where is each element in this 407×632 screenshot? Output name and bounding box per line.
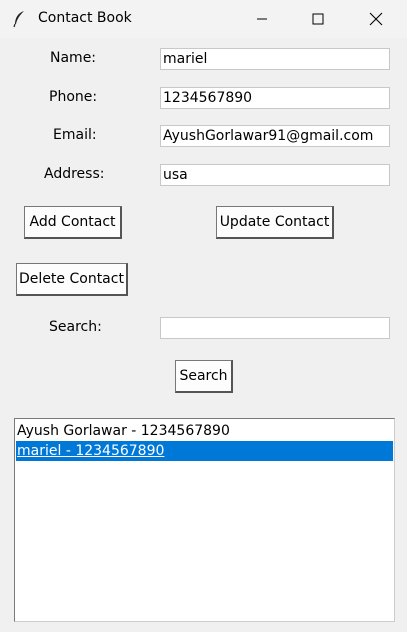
- feather-icon: [12, 10, 28, 28]
- minimize-icon: [257, 18, 267, 20]
- window-title: Contact Book: [38, 10, 132, 26]
- maximize-button[interactable]: [290, 0, 346, 38]
- search-input[interactable]: [160, 317, 390, 339]
- close-icon: [369, 12, 383, 26]
- add-contact-button[interactable]: Add Contact: [24, 206, 122, 239]
- search-label: Search:: [49, 319, 102, 335]
- search-button[interactable]: Search: [175, 360, 233, 393]
- email-input[interactable]: [160, 125, 390, 147]
- phone-label: Phone:: [49, 89, 98, 105]
- email-label: Email:: [53, 127, 97, 143]
- minimize-button[interactable]: [234, 0, 290, 38]
- name-label: Name:: [50, 50, 97, 66]
- contact-list[interactable]: Ayush Gorlawar - 1234567890 mariel - 123…: [14, 418, 395, 622]
- address-input[interactable]: [160, 164, 390, 186]
- maximize-icon: [312, 13, 324, 25]
- phone-input[interactable]: [160, 87, 390, 109]
- delete-contact-button[interactable]: Delete Contact: [16, 263, 128, 296]
- address-label: Address:: [44, 166, 105, 182]
- list-item-selected[interactable]: mariel - 1234567890: [16, 441, 393, 461]
- close-button[interactable]: [348, 0, 404, 38]
- update-contact-button[interactable]: Update Contact: [216, 206, 334, 239]
- name-input[interactable]: [160, 48, 390, 70]
- list-item[interactable]: Ayush Gorlawar - 1234567890: [16, 421, 393, 441]
- title-bar[interactable]: Contact Book: [0, 0, 407, 38]
